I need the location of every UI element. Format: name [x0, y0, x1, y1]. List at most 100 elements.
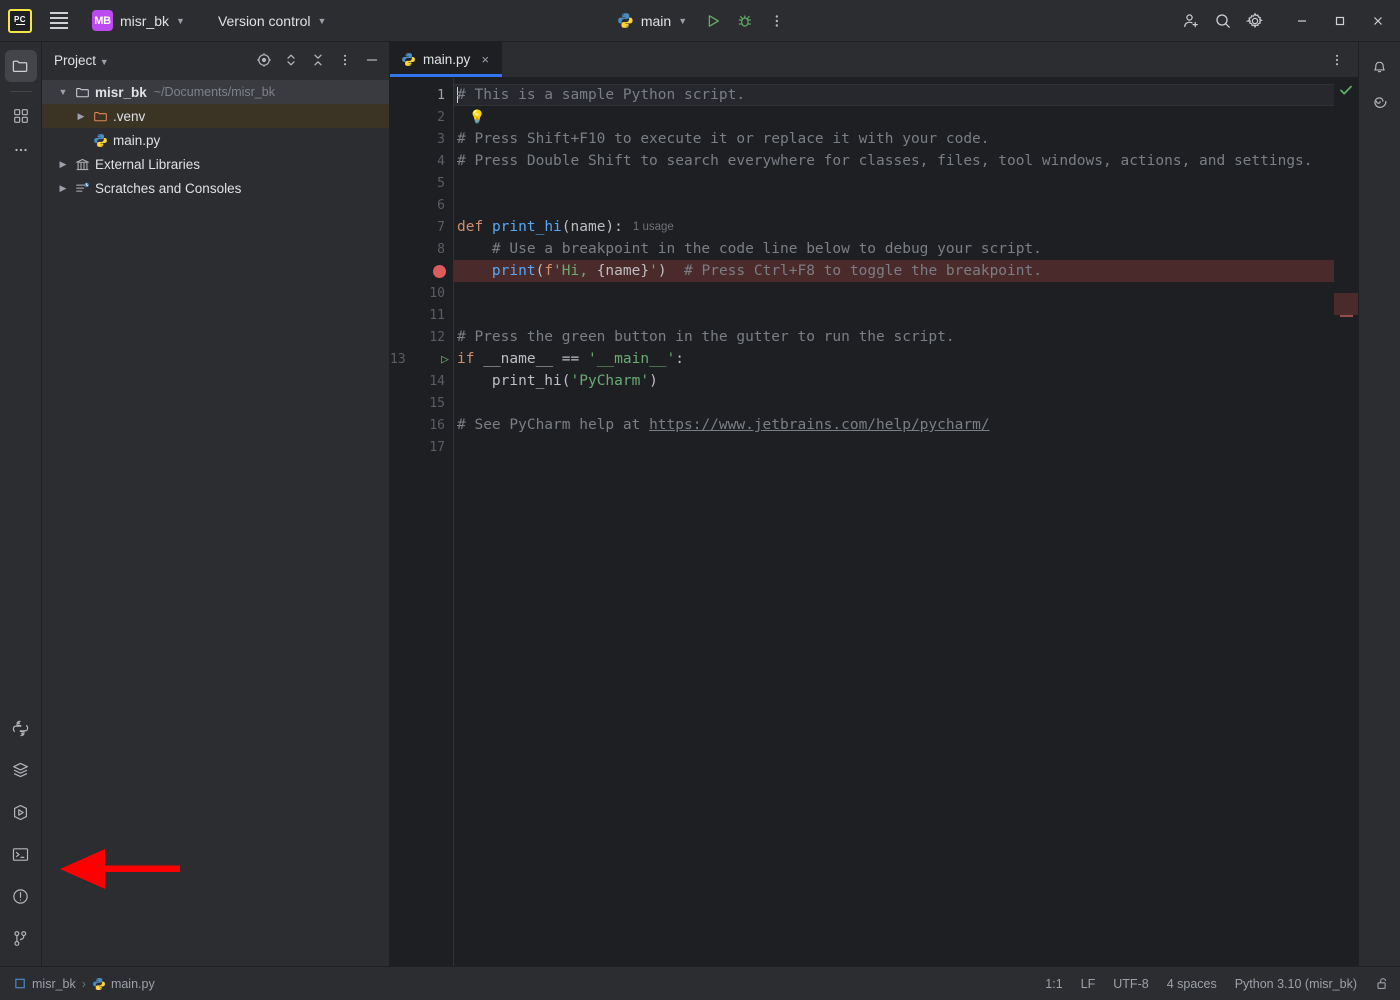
breadcrumb-item-file[interactable]: main.py: [92, 977, 155, 991]
debug-icon: [737, 13, 753, 29]
version-control-widget[interactable]: Version control ▼: [209, 7, 336, 35]
breakpoint-marker[interactable]: [390, 260, 453, 282]
collapse-all-button[interactable]: [305, 47, 331, 73]
error-stripe-mark[interactable]: [1340, 315, 1353, 317]
tab-label: main.py: [423, 52, 470, 67]
code-function-name: print_hi: [492, 219, 562, 235]
debug-button[interactable]: [730, 7, 760, 35]
hide-panel-button[interactable]: [359, 47, 385, 73]
unlocked-icon[interactable]: [1375, 976, 1390, 991]
version-control-label: Version control: [218, 13, 311, 29]
pycharm-window: PC MB misr_bk ▼ Version control ▼ ma: [0, 0, 1400, 1000]
expand-chevrons-icon: [283, 52, 299, 68]
editor-error-stripe[interactable]: [1334, 78, 1358, 966]
sidebar-item-commit[interactable]: [5, 100, 37, 132]
breakpoint-stripe-marker[interactable]: [1334, 293, 1358, 315]
sidebar-item-python-console[interactable]: [5, 712, 37, 744]
line-separator-widget[interactable]: LF: [1081, 977, 1096, 991]
caret-position-widget[interactable]: 1:1: [1045, 977, 1062, 991]
close-icon[interactable]: [1360, 6, 1396, 36]
chevron-down-icon[interactable]: ▼: [56, 87, 70, 97]
panel-options-button[interactable]: [332, 47, 358, 73]
project-panel-title[interactable]: Project ▼: [54, 53, 109, 68]
left-tool-stripe: [0, 42, 42, 966]
tree-row-venv[interactable]: ▶ .venv: [42, 104, 389, 128]
search-icon[interactable]: [1208, 7, 1238, 35]
help-url-link[interactable]: https://www.jetbrains.com/help/pycharm/: [649, 417, 989, 433]
code-string: 'PyCharm': [571, 373, 650, 389]
tree-row-project-root[interactable]: ▼ misr_bk ~/Documents/misr_bk: [42, 80, 389, 104]
tree-row-external-libraries[interactable]: ▶ External Libraries: [42, 152, 389, 176]
sidebar-item-version-control[interactable]: [5, 922, 37, 954]
code-punct: (: [536, 263, 545, 279]
code-line-7[interactable]: def print_hi(name): 1 usage: [454, 216, 1334, 238]
chevron-right-icon[interactable]: ▶: [56, 183, 70, 194]
inspection-status-ok-icon[interactable]: [1336, 80, 1356, 100]
sidebar-item-run[interactable]: [5, 796, 37, 828]
sidebar-item-more[interactable]: [5, 134, 37, 166]
breakpoint-icon[interactable]: [433, 265, 446, 278]
tree-row-main-py[interactable]: main.py: [42, 128, 389, 152]
code-line-14[interactable]: print_hi('PyCharm'): [454, 370, 1334, 392]
run-button[interactable]: [698, 7, 728, 35]
stripe-divider: [10, 91, 32, 92]
code-line-16[interactable]: # See PyCharm help at https://www.jetbra…: [454, 414, 1334, 436]
editor-gutter[interactable]: 1 2 3 4 5 6 7 8 10 11 12 13 ▷: [390, 78, 453, 966]
code-line-15[interactable]: [454, 392, 1334, 414]
tab-close-icon[interactable]: ×: [477, 52, 493, 67]
tree-row-scratches[interactable]: ▶ Scratches and Consoles: [42, 176, 389, 200]
title-bar-right: [1176, 6, 1400, 36]
expand-all-button[interactable]: [278, 47, 304, 73]
indent-widget[interactable]: 4 spaces: [1167, 977, 1217, 991]
chevron-right-icon[interactable]: ▶: [74, 111, 88, 122]
more-actions-icon[interactable]: [762, 7, 792, 35]
breadcrumb-label: misr_bk: [32, 977, 76, 991]
chevron-down-icon: ▼: [678, 16, 687, 26]
usage-inlay-hint[interactable]: 1 usage: [633, 221, 674, 233]
select-opened-file-button[interactable]: [251, 47, 277, 73]
minimize-icon[interactable]: [1284, 6, 1320, 36]
settings-gear-icon[interactable]: [1240, 7, 1270, 35]
encoding-widget[interactable]: UTF-8: [1113, 977, 1148, 991]
run-gutter-icon[interactable]: ▷: [441, 352, 449, 367]
chevron-right-icon[interactable]: ▶: [56, 159, 70, 170]
code-line-12[interactable]: # Press the green button in the gutter t…: [454, 326, 1334, 348]
code-line-13[interactable]: if __name__ == '__main__':: [454, 348, 1334, 370]
code-line-9[interactable]: print(f'Hi, {name}') # Press Ctrl+F8 to …: [454, 260, 1334, 282]
main-menu-icon[interactable]: [42, 4, 76, 38]
right-tool-stripe: [1358, 42, 1400, 966]
code-line-17[interactable]: [454, 436, 1334, 458]
sidebar-item-notifications[interactable]: [1364, 50, 1396, 82]
code-line-10[interactable]: [454, 282, 1334, 304]
tab-main-py[interactable]: main.py ×: [390, 42, 502, 77]
code-line-6[interactable]: [454, 194, 1334, 216]
crosshair-icon: [256, 52, 272, 68]
sidebar-item-problems[interactable]: [5, 880, 37, 912]
sidebar-item-project[interactable]: [5, 50, 37, 82]
code-line-1[interactable]: # This is a sample Python script.: [454, 84, 1334, 106]
intention-bulb-icon[interactable]: 💡: [469, 110, 485, 125]
code-line-2[interactable]: 💡: [454, 106, 1334, 128]
sidebar-item-ai-assistant[interactable]: [1364, 86, 1396, 118]
editor-options-button[interactable]: [1324, 47, 1350, 73]
code-comment: # Press Ctrl+F8 to toggle the breakpoint…: [667, 263, 1042, 279]
add-account-icon[interactable]: [1176, 7, 1206, 35]
code-line-5[interactable]: [454, 172, 1334, 194]
interpreter-widget[interactable]: Python 3.10 (misr_bk): [1235, 977, 1357, 991]
code-line-3[interactable]: # Press Shift+F10 to execute it or repla…: [454, 128, 1334, 150]
maximize-icon[interactable]: [1322, 6, 1358, 36]
breadcrumb-item-module[interactable]: misr_bk: [14, 977, 76, 991]
line-number: 15: [390, 392, 453, 414]
code-text: # Press Shift+F10 to execute it or repla…: [457, 131, 990, 147]
sidebar-item-terminal[interactable]: [5, 838, 37, 870]
code-text-area[interactable]: # This is a sample Python script. 💡 # Pr…: [453, 78, 1334, 966]
title-bar-left: PC MB misr_bk ▼ Version control ▼: [0, 4, 335, 38]
code-line-8[interactable]: # Use a breakpoint in the code line belo…: [454, 238, 1334, 260]
code-line-11[interactable]: [454, 304, 1334, 326]
tree-label: Scratches and Consoles: [95, 181, 241, 196]
sidebar-item-services[interactable]: [5, 754, 37, 786]
run-configuration-selector[interactable]: main ▼: [608, 7, 696, 35]
code-line-4[interactable]: # Press Double Shift to search everywher…: [454, 150, 1334, 172]
line-number-with-run[interactable]: 13 ▷: [390, 348, 453, 370]
project-widget[interactable]: MB misr_bk ▼: [84, 7, 193, 35]
